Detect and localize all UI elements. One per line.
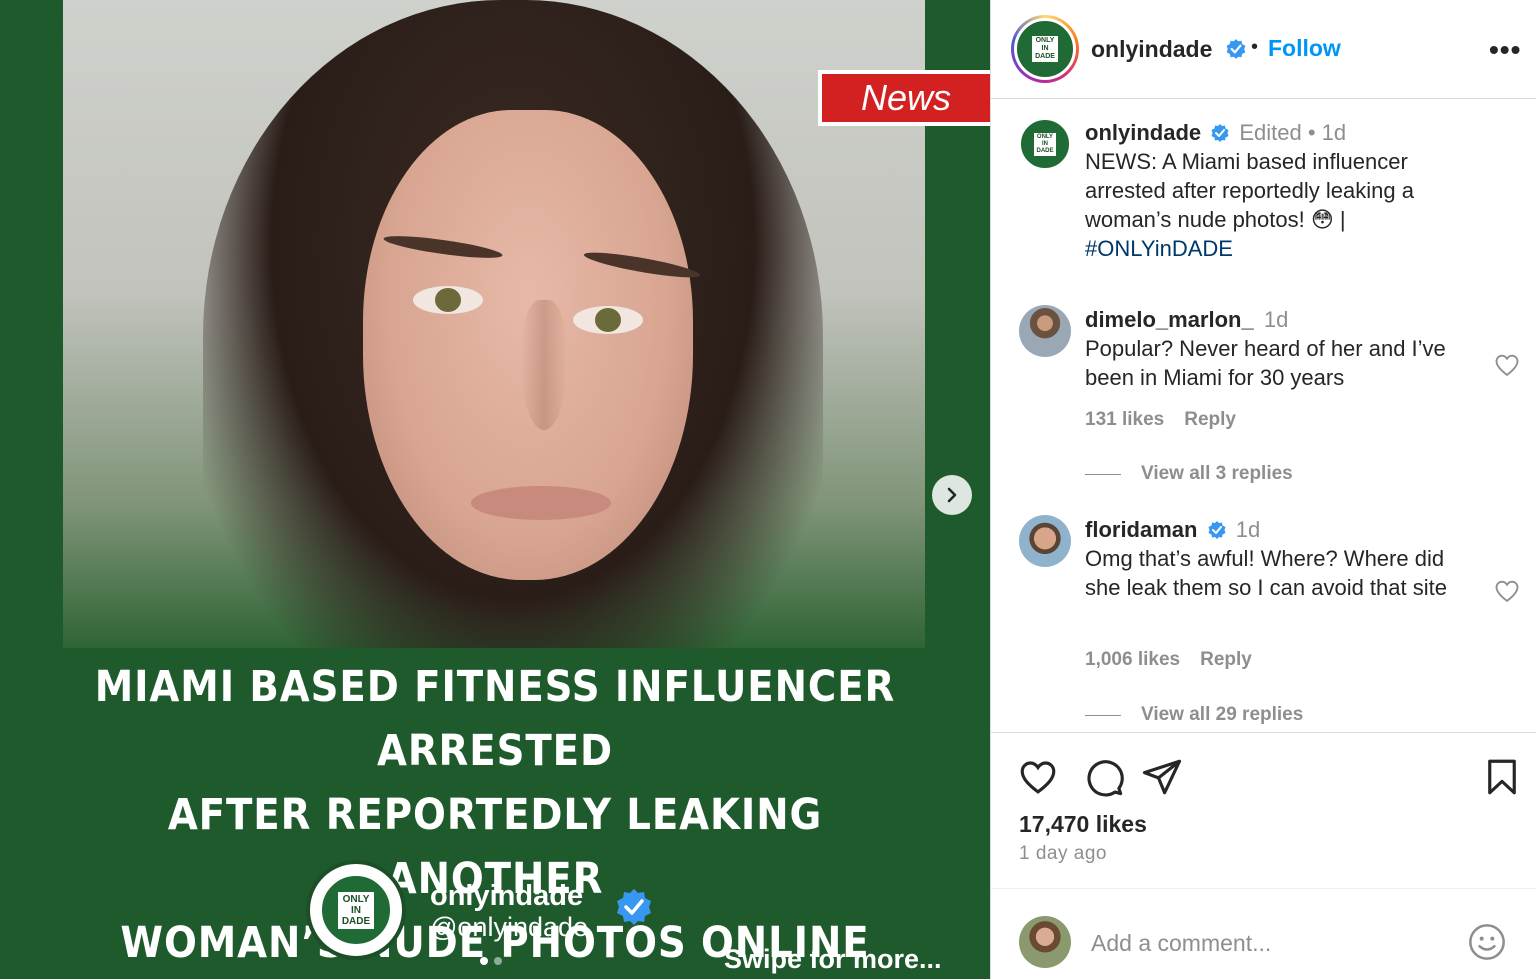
comment-likes[interactable]: 1,006 likes — [1085, 649, 1180, 671]
comment-bar-divider — [991, 888, 1536, 889]
brand-logo-sign: ONLY IN DADE — [337, 891, 375, 929]
comment-bubble-icon[interactable] — [1083, 756, 1125, 798]
reply-button[interactable]: Reply — [1184, 409, 1236, 431]
caption-body: onlyindade Edited • 1d NEWS: A Miami bas… — [1085, 118, 1475, 263]
header-separator: • — [1251, 36, 1259, 58]
commenter-username[interactable]: floridaman — [1085, 517, 1197, 542]
logo-word: ONLY — [1035, 37, 1055, 44]
verified-badge-icon — [617, 889, 651, 925]
brand-name: onlyindade — [430, 880, 584, 912]
paper-plane-icon[interactable] — [1141, 756, 1183, 798]
heart-icon[interactable] — [1017, 756, 1059, 798]
view-replies-button[interactable]: View all 3 replies — [1085, 463, 1293, 485]
logo-word: IN — [351, 904, 361, 916]
follow-button[interactable]: Follow — [1268, 35, 1341, 62]
avatar-logo-sign: ONLY IN DADE — [1034, 132, 1056, 156]
logo-word: DADE — [1036, 147, 1054, 154]
current-user-avatar — [1019, 916, 1071, 968]
verified-badge-icon — [1226, 39, 1246, 59]
chevron-right-icon — [947, 487, 957, 503]
next-slide-button[interactable] — [932, 475, 972, 515]
photo-right-eye — [573, 306, 643, 334]
smiley-icon[interactable] — [1467, 922, 1507, 962]
author-avatar-logo: ONLY IN DADE — [1014, 18, 1076, 80]
brand-logo: ONLY IN DADE — [306, 860, 406, 960]
caption-text: NEWS: A Miami based influencer arrested … — [1085, 149, 1414, 232]
commenter-avatar[interactable] — [1019, 305, 1071, 357]
comment-actions: 1,006 likes Reply — [1085, 649, 1252, 671]
replies-divider — [1085, 714, 1121, 716]
view-replies-label: View all 3 replies — [1141, 463, 1293, 484]
carousel-indicator — [480, 957, 502, 965]
comment-actions: 131 likes Reply — [1085, 409, 1236, 431]
logo-word: DADE — [341, 915, 371, 927]
carousel-dot-active — [480, 957, 488, 965]
logo-word: ONLY — [342, 893, 370, 905]
logo-word: IN — [1041, 140, 1048, 147]
photo-left-eye — [413, 286, 483, 314]
brand-logo-core: ONLY IN DADE — [319, 873, 393, 947]
heart-icon[interactable] — [1493, 577, 1521, 605]
comment-time: 1d — [1263, 307, 1289, 332]
verified-badge-icon — [1208, 521, 1226, 539]
caption-meta: Edited • 1d — [1239, 120, 1347, 145]
view-replies-label: View all 29 replies — [1141, 704, 1304, 725]
mugshot-photo — [63, 0, 925, 648]
comment-body: floridaman 1d Omg that’s awful! Where? W… — [1085, 515, 1475, 602]
commenter-avatar[interactable] — [1019, 515, 1071, 567]
comment-text: Popular? Never heard of her and I’ve bee… — [1085, 336, 1446, 390]
brand-handle: @onlyindade — [430, 912, 589, 942]
comment-body: dimelo_marlon_ 1d Popular? Never heard o… — [1085, 305, 1475, 392]
more-options-button[interactable]: ••• — [1489, 34, 1521, 66]
photo-nose — [521, 300, 567, 430]
bookmark-icon[interactable] — [1481, 756, 1523, 798]
reply-button[interactable]: Reply — [1200, 649, 1252, 671]
commenter-username[interactable]: dimelo_marlon_ — [1085, 307, 1254, 332]
caption-author-avatar[interactable]: ONLY IN DADE — [1019, 118, 1071, 170]
post-timestamp: 1 day ago — [1019, 843, 1107, 864]
carousel-dot — [494, 957, 502, 965]
add-comment-input[interactable] — [1091, 924, 1451, 962]
comment-time: 1d — [1235, 517, 1261, 542]
post-likes-count[interactable]: 17,470 likes — [1019, 811, 1147, 838]
actions-divider — [991, 732, 1536, 733]
logo-word: DADE — [1035, 53, 1055, 60]
caption-hashtag[interactable]: #ONLYinDADE — [1085, 236, 1233, 261]
headline-line: Miami based fitness influencer arrested — [94, 662, 896, 776]
post-header: ONLY IN DADE onlyindade • Follow ••• — [991, 0, 1536, 99]
post-sidebar: ONLY IN DADE onlyindade • Follow ••• ONL… — [990, 0, 1536, 979]
view-replies-button[interactable]: View all 29 replies — [1085, 704, 1303, 726]
photo-lips — [471, 486, 611, 520]
swipe-hint: Swipe for more... — [724, 944, 942, 974]
logo-word: ONLY — [1036, 133, 1054, 140]
author-avatar[interactable]: ONLY IN DADE — [1011, 15, 1079, 83]
author-username[interactable]: onlyindade — [1091, 36, 1212, 63]
replies-divider — [1085, 473, 1121, 475]
comment-text: Omg that’s awful! Where? Where did she l… — [1085, 546, 1447, 600]
comment-likes[interactable]: 131 likes — [1085, 409, 1164, 431]
post-image[interactable]: News Miami based fitness influencer arre… — [0, 0, 990, 979]
verified-badge-icon — [1211, 124, 1229, 142]
heart-icon[interactable] — [1493, 351, 1521, 379]
news-badge-label: News — [822, 74, 990, 122]
caption-username[interactable]: onlyindade — [1085, 120, 1201, 145]
news-badge: News — [818, 70, 990, 126]
avatar-logo-sign: ONLY IN DADE — [1032, 36, 1058, 62]
logo-word: IN — [1041, 45, 1049, 52]
